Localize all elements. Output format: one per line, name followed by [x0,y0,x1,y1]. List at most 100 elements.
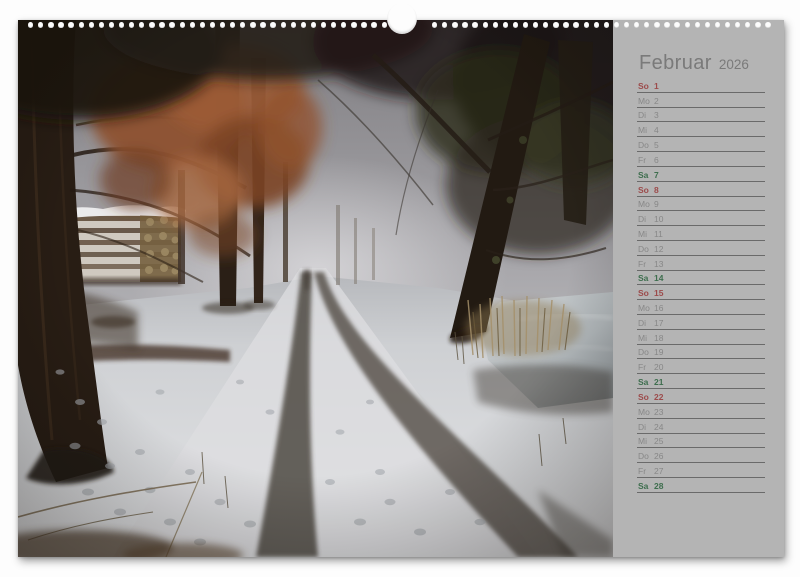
binding-hole [755,22,760,27]
binding-hole [634,22,639,27]
calendar-day-row: Sa14 [637,271,765,286]
day-number: 11 [654,230,663,239]
day-abbr: Mi [638,230,654,239]
binding-hole [48,22,53,27]
day-number: 5 [654,141,659,150]
calendar-day-row: Do19 [637,345,765,360]
day-abbr: Sa [638,274,654,283]
binding-hole [99,22,104,27]
day-abbr: So [638,82,654,91]
calendar-day-row: Di3 [637,108,765,123]
day-number: 26 [654,452,663,461]
binding-hole [270,22,275,27]
binding-hole [584,22,589,27]
day-abbr: Fr [638,156,654,165]
day-abbr: Di [638,215,654,224]
day-number: 17 [654,319,663,328]
day-number: 1 [654,82,659,91]
binding-hole [472,22,477,27]
calendar-day-row: Mo9 [637,197,765,212]
day-number: 25 [654,437,663,446]
day-number: 9 [654,200,659,209]
day-number: 14 [654,274,663,283]
binding-hole [109,22,114,27]
binding-hole [38,22,43,27]
binding-hole [563,22,568,27]
binding-hole [230,22,235,27]
binding-hole [149,22,154,27]
day-abbr: Sa [638,171,654,180]
calendar-panel: Februar 2026 So1Mo2Di3Mi4Do5Fr6Sa7So8Mo9… [613,20,784,557]
calendar-day-row: Fr13 [637,256,765,271]
binding-hole [614,22,619,27]
day-number: 27 [654,467,663,476]
binding-hole [331,22,336,27]
calendar-day-row: Di24 [637,419,765,434]
day-abbr: Do [638,141,654,150]
binding-hole [281,22,286,27]
binding-hole [200,22,205,27]
calendar-day-row: Do26 [637,448,765,463]
day-abbr: Fr [638,363,654,372]
binding-hole [291,22,296,27]
binding-hole [28,22,33,27]
day-number: 3 [654,111,659,120]
binding-hole [452,22,457,27]
binding-hole [715,22,720,27]
binding-hole [725,22,730,27]
day-abbr: Fr [638,260,654,269]
binding-hole [382,22,387,27]
hanger-notch [387,3,417,34]
day-abbr: Mo [638,97,654,106]
binding-hole [664,22,669,27]
binding-hole [169,22,174,27]
calendar-day-row: Di17 [637,315,765,330]
day-abbr: Do [638,452,654,461]
day-number: 7 [654,171,659,180]
day-number: 10 [654,215,663,224]
calendar-day-row: Mi18 [637,330,765,345]
day-number: 15 [654,289,663,298]
binding-hole [341,22,346,27]
day-abbr: Di [638,423,654,432]
day-abbr: Sa [638,378,654,387]
day-abbr: Mo [638,200,654,209]
binding-hole [68,22,73,27]
day-number: 16 [654,304,663,313]
binding-hole [644,22,649,27]
winter-path-photo-art [18,20,613,557]
binding-hole [493,22,498,27]
binding-hole [351,22,356,27]
binding-hole [674,22,679,27]
day-number: 23 [654,408,663,417]
day-abbr: Mo [638,304,654,313]
binding-hole [533,22,538,27]
day-abbr: So [638,186,654,195]
binding-hole [371,22,376,27]
day-number: 13 [654,260,663,269]
binding-hole [210,22,215,27]
binding-hole [190,22,195,27]
day-number: 24 [654,423,663,432]
binding-hole [503,22,508,27]
day-number: 4 [654,126,659,135]
calendar-page: Februar 2026 So1Mo2Di3Mi4Do5Fr6Sa7So8Mo9… [18,20,784,557]
calendar-day-row: Di10 [637,211,765,226]
month-title: Februar 2026 [639,53,749,73]
vignette [18,20,613,557]
binding-hole [705,22,710,27]
binding-hole [765,22,770,27]
binding-hole [594,22,599,27]
day-number: 2 [654,97,659,106]
calendar-day-row: Do5 [637,137,765,152]
calendar-day-row: Mi4 [637,122,765,137]
day-abbr: Mi [638,334,654,343]
binding-hole [321,22,326,27]
binding-hole [462,22,467,27]
binding-hole [129,22,134,27]
binding-hole [483,22,488,27]
month-name: Februar [639,53,712,73]
binding-hole [432,22,437,27]
day-abbr: Do [638,245,654,254]
winter-path-photo [18,20,613,557]
